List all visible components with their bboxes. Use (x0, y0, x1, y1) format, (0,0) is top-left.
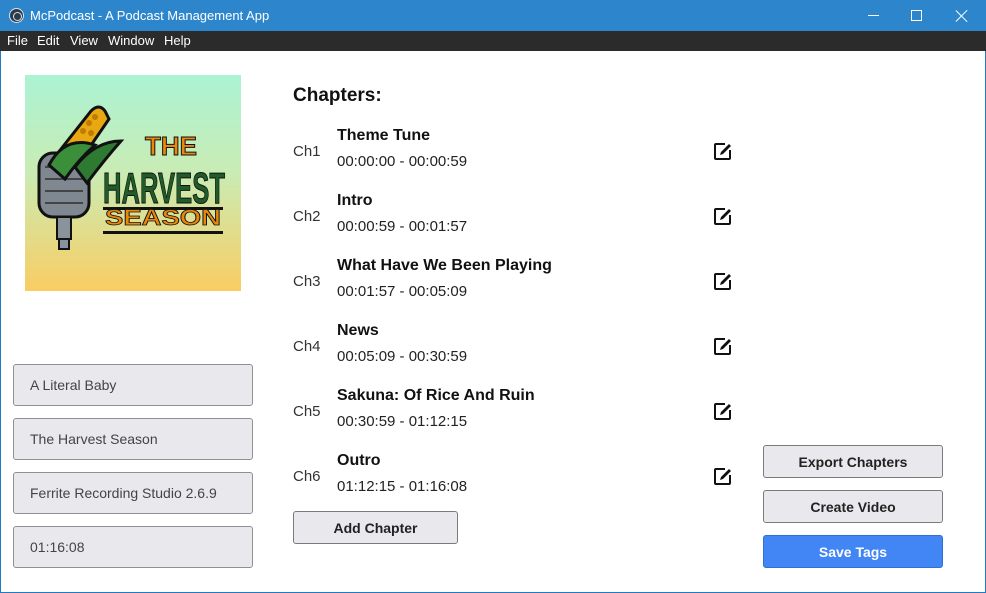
chapter-time: 00:00:00 - 00:00:59 (337, 153, 468, 170)
edit-icon[interactable] (713, 466, 733, 486)
cover-line3: SEASON (105, 205, 221, 230)
chapter-title: Intro (337, 192, 373, 209)
album-field[interactable]: The Harvest Season (13, 418, 253, 460)
chapter-title: Theme Tune (337, 127, 431, 144)
maximize-icon (910, 10, 922, 21)
chapter-time: 00:30:59 - 01:12:15 (337, 413, 468, 430)
chapter-row: Ch2 Intro 00:00:59 - 00:01:57 (293, 186, 743, 242)
window-title: McPodcast - A Podcast Management App (30, 8, 270, 23)
cover-line1: THE (145, 131, 197, 161)
export-chapters-button[interactable]: Export Chapters (763, 445, 943, 478)
edit-icon[interactable] (713, 141, 733, 161)
chapters-heading: Chapters: (293, 85, 382, 106)
chapter-title: What Have We Been Playing (337, 257, 552, 274)
chapter-title: Outro (337, 452, 381, 469)
menu-help[interactable]: Help (164, 33, 191, 48)
edit-icon[interactable] (713, 336, 733, 356)
edit-icon[interactable] (713, 206, 733, 226)
menu-edit[interactable]: Edit (37, 33, 59, 48)
chapter-number: Ch2 (293, 208, 321, 225)
chapter-number: Ch1 (293, 143, 321, 160)
chapter-row: Ch4 News 00:05:09 - 00:30:59 (293, 316, 743, 372)
title-bar: McPodcast - A Podcast Management App (0, 0, 986, 31)
edit-icon[interactable] (713, 271, 733, 291)
cover-art-graphic: THE HARVEST SEASON (37, 105, 226, 250)
menu-view[interactable]: View (70, 33, 98, 48)
main-content: THE HARVEST SEASON A Literal Baby The Ha… (1, 51, 985, 592)
encoder-field[interactable]: Ferrite Recording Studio 2.6.9 (13, 472, 253, 514)
chapter-number: Ch5 (293, 403, 321, 420)
chapter-time: 01:12:15 - 01:16:08 (337, 478, 468, 495)
chapter-title: Sakuna: Of Rice And Ruin (337, 387, 535, 404)
menu-file[interactable]: File (7, 33, 28, 48)
close-icon (955, 9, 969, 23)
artist-field[interactable]: A Literal Baby (13, 364, 253, 406)
duration-field[interactable]: 01:16:08 (13, 526, 253, 568)
chapter-number: Ch3 (293, 273, 321, 290)
chapter-number: Ch4 (293, 338, 321, 355)
chapter-time: 00:00:59 - 00:01:57 (337, 218, 468, 235)
save-tags-button[interactable]: Save Tags (763, 535, 943, 568)
minimize-icon (867, 15, 879, 16)
chapter-row: Ch5 Sakuna: Of Rice And Ruin 00:30:59 - … (293, 381, 743, 437)
chapter-row: Ch1 Theme Tune 00:00:00 - 00:00:59 (293, 121, 743, 177)
chapter-row: Ch6 Outro 01:12:15 - 01:16:08 (293, 446, 743, 502)
add-chapter-button[interactable]: Add Chapter (293, 511, 458, 544)
minimize-button[interactable] (850, 0, 896, 31)
chapter-row: Ch3 What Have We Been Playing 00:01:57 -… (293, 251, 743, 307)
chapter-time: 00:05:09 - 00:30:59 (337, 348, 468, 365)
menu-window[interactable]: Window (108, 33, 154, 48)
menu-bar: File Edit View Window Help (0, 31, 986, 51)
cover-art: THE HARVEST SEASON (25, 75, 241, 291)
close-button[interactable] (939, 0, 985, 31)
app-icon[interactable] (9, 8, 24, 23)
edit-icon[interactable] (713, 401, 733, 421)
create-video-button[interactable]: Create Video (763, 490, 943, 523)
maximize-button[interactable] (893, 0, 939, 31)
chapter-title: News (337, 322, 379, 339)
chapter-number: Ch6 (293, 468, 321, 485)
chapter-time: 00:01:57 - 00:05:09 (337, 283, 468, 300)
